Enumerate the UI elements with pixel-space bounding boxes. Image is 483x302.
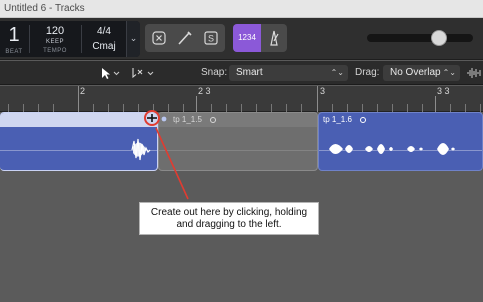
callout-line-2: and dragging to the left. <box>176 219 282 230</box>
annotation-overlay <box>144 110 189 200</box>
resize-cursor-icon <box>147 114 157 122</box>
annotation-arrow <box>155 127 189 200</box>
instruction-callout: Create out here by clicking, holding and… <box>139 202 319 235</box>
callout-line-1: Create out here by clicking, holding <box>150 207 308 218</box>
region-handle-dot <box>161 116 167 122</box>
